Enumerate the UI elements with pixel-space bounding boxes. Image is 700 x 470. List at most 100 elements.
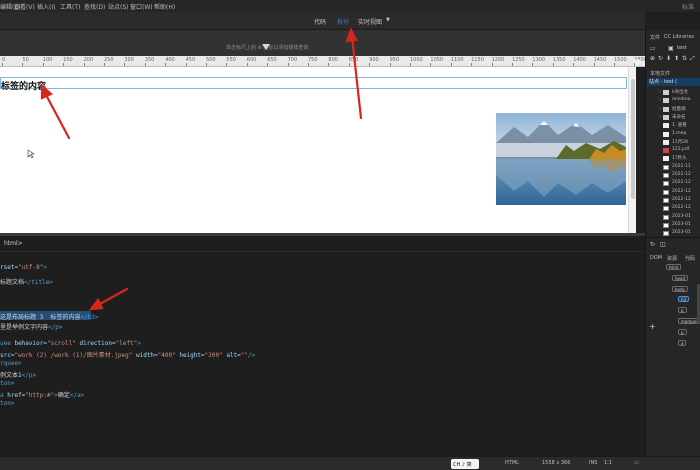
tag-selector-breadcrumb[interactable]: html> [4,240,23,247]
folder-icon[interactable]: ▭ [650,45,656,52]
live-view-scroll-thumb[interactable] [631,79,635,199]
ruler-tick-label: 500 [206,57,216,63]
files-toolbar: ▭ ▣ test ⊕ ↻ ⬇ ⬆ ⇅ ⤢ [646,44,700,68]
file-list-item[interactable]: 2023-01 [672,222,691,227]
file-list-item[interactable]: 2022-12 [672,205,691,210]
code-view-button[interactable]: 代码 [314,17,326,26]
site-root-row[interactable]: 站点 - test ( [647,78,700,86]
code-line[interactable]: rquee> [0,360,22,367]
menu-window[interactable]: 窗口(W) [130,2,153,11]
h3-element-box[interactable]: 标签的内容 [0,77,627,92]
code-line[interactable]: rset="utf-8"> [0,264,47,271]
dom-node[interactable]: p [678,307,687,313]
ruler-tick-label: 150 [63,57,73,63]
tab-cc-libraries[interactable]: CC Libraries [664,34,694,40]
dom-node[interactable]: a [678,340,687,346]
ruler-tick-label: 1250 [512,57,525,63]
split-view-button[interactable]: 拆分 [337,17,349,26]
window-size-readout[interactable]: 1558 x 366 [542,460,570,466]
code-panel[interactable]: html> rset="utf-8"> 标题文档</title> 这是布局标题 3 … [0,236,645,456]
add-element-icon[interactable]: + [649,322,656,331]
file-list-item[interactable]: 1.mep [672,131,686,136]
tab-code[interactable]: 代码 [685,255,695,262]
file-list-item[interactable]: 1. 查看 [672,122,687,128]
expand-caret-icon[interactable]: › [659,89,661,95]
live-view-dropdown-icon[interactable]: ▼ [386,17,390,23]
file-list-item[interactable]: 2022-11 [672,164,691,169]
file-list-item[interactable]: mindma [672,97,690,102]
code-token: "scroll" [46,340,76,347]
refresh-icon[interactable]: ↻ [658,55,663,62]
expand-caret-icon[interactable]: › [659,114,661,120]
img-file-icon [663,222,669,228]
code-line[interactable]: 例文本1</p> [0,370,36,379]
preview-icon[interactable]: ◫ [660,241,666,248]
ruler-tick [267,63,269,66]
doc-type-select[interactable]: HTML [505,460,519,466]
file-list-item[interactable]: 2023-01 [672,214,691,219]
expand-caret-icon[interactable]: › [659,97,661,103]
media-query-bar[interactable]: 单击标尺上的 ⊕ 图标以添加媒体查询 [0,30,645,56]
code-line[interactable]: 里是举例文字内容</p> [0,322,62,331]
code-line[interactable]: ton> [0,380,14,387]
ruler[interactable]: 0 50 100 150 200 250 300 350 400 450 500 550 600 650 7… [0,56,645,67]
file-list-item[interactable]: 未命名 [672,114,686,120]
ruler-tick-label: 800 [328,57,338,63]
landscape-image[interactable] [496,113,626,205]
file-list-item[interactable]: 批量调 [672,106,686,112]
menu-view[interactable]: 查看(V) [14,2,35,11]
ruler-tick-label: 600 [246,57,257,63]
ruler-tick-label: 450 [185,57,196,63]
tab-assets[interactable]: 资源 [667,255,677,262]
file-list-item[interactable]: 2022-12 [672,189,691,194]
file-list-item[interactable]: 11月28 [672,139,688,145]
file-list-item[interactable]: 2022-12 [672,197,691,202]
code-line[interactable]: uee behavior="scroll" direction="left"> [0,340,141,347]
file-list-item[interactable]: 17秒头 [672,155,687,161]
file-list-item[interactable]: 2023-01 [672,230,691,235]
dom-node[interactable]: p [678,329,687,335]
code-line[interactable]: 这是布局标题 3 标签的内容</h3> [0,312,99,321]
img-file-icon [663,164,669,170]
live-view-page[interactable]: 标签的内容 [0,67,628,233]
put-file-icon[interactable]: ⬆ [674,55,679,62]
menu-help[interactable]: 帮助(H) [154,2,175,11]
file-list-item[interactable]: 2022-12 [672,180,691,185]
code-line[interactable]: 标题文档</title> [0,277,53,286]
code-line[interactable]: a href="http:#">确定</a> [0,390,84,399]
dom-node[interactable]: body [672,286,688,292]
menu-insert[interactable]: 插入(I) [37,2,55,11]
tab-dom[interactable]: DOM [650,255,662,261]
code-token: 确定 [57,392,70,399]
expand-icon[interactable]: ⤢ [690,55,695,63]
menu-site[interactable]: 站点(S) [108,2,129,11]
site-dropdown-icon[interactable]: ▣ [668,45,674,52]
code-line[interactable]: ton> [0,400,14,407]
site-dropdown[interactable]: test [677,45,687,51]
h3-heading[interactable]: 标签的内容 [1,79,46,92]
menu-find[interactable]: 查找(D) [84,2,105,11]
code-line[interactable]: src="work (2) /work (1)/图片素材.jpeg" width… [0,350,255,359]
menu-tools[interactable]: 工具(T) [60,2,80,11]
sync-icon[interactable]: ⇅ [682,55,687,62]
code-token: 里是举例文字内容 [0,324,49,331]
expand-caret-icon[interactable]: › [659,106,661,112]
live-view-scrollbar[interactable] [628,67,636,233]
dom-node[interactable]: h3 [678,296,690,302]
ruler-end-marker-icon[interactable] [633,60,641,66]
file-list-item[interactable]: 2022-12 [672,172,691,177]
live-view-button[interactable]: 实时视图 [358,17,382,26]
file-list-item[interactable]: k导出文 [672,89,688,95]
workspace-label[interactable]: 标准 [682,2,694,11]
dom-node[interactable]: head [672,275,688,281]
dom-node[interactable]: html [666,264,682,270]
tab-files[interactable]: 文件 [650,34,660,41]
ime-indicator[interactable]: CH ♪ 简 [451,459,479,469]
preview-icon[interactable]: ▭ [634,460,639,466]
get-file-icon[interactable]: ⬇ [666,55,671,62]
file-list-item[interactable]: 123.pdf [672,147,689,152]
media-query-marker-icon[interactable] [262,44,270,50]
connect-icon[interactable]: ⊕ [650,55,655,62]
refresh-icon[interactable]: ↻ [650,241,655,248]
code-token: </h3> [80,314,99,321]
